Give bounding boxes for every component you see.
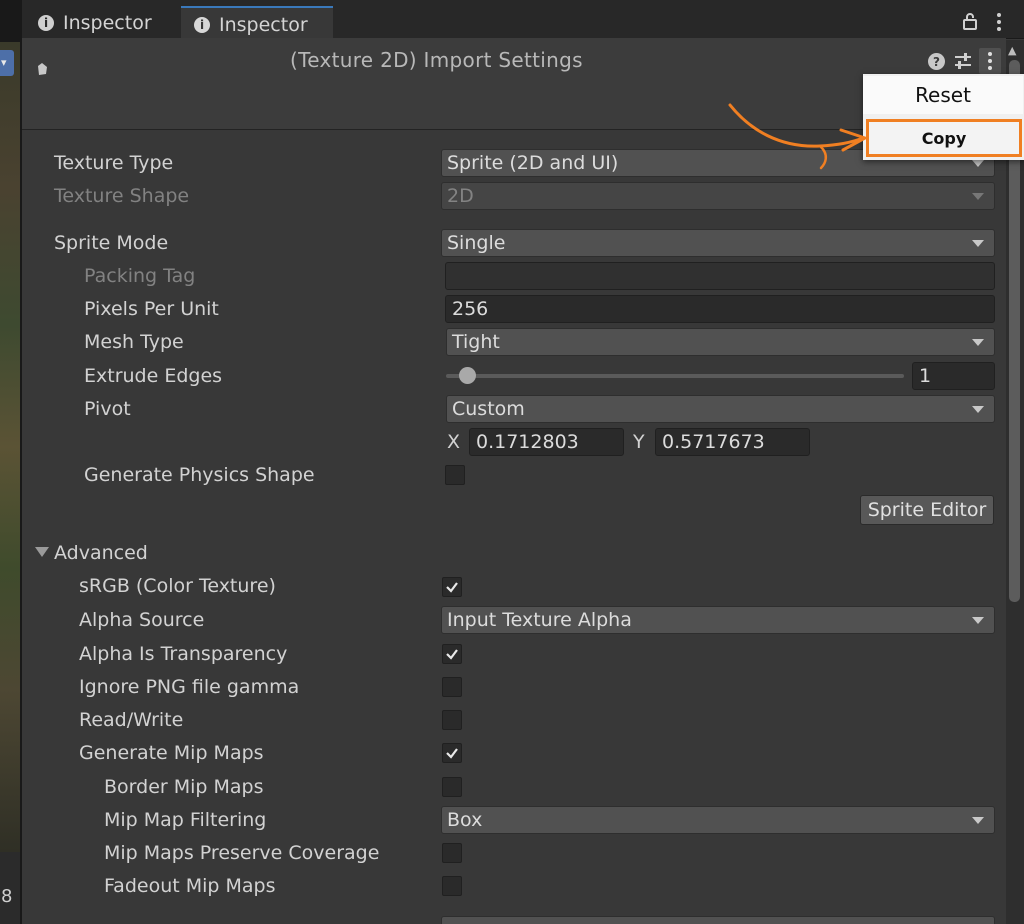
sprite-mode-dropdown[interactable]: Single	[441, 229, 995, 257]
help-icon[interactable]: ?	[928, 53, 945, 70]
pivot-x-field[interactable]: 0.1712803	[469, 428, 624, 456]
foldout-arrow-icon[interactable]	[35, 547, 49, 557]
pixels-per-unit-label: Pixels Per Unit	[84, 298, 219, 320]
sprite-mode-label: Sprite Mode	[54, 232, 169, 254]
packing-tag-field	[445, 262, 995, 290]
extrude-edges-slider-track[interactable]	[446, 374, 904, 378]
lock-icon[interactable]	[962, 12, 978, 30]
pivot-x-label: X	[447, 431, 461, 453]
read-write-checkbox[interactable]	[442, 710, 462, 730]
checkmark-icon	[446, 582, 458, 593]
mip-map-filtering-dropdown[interactable]: Box	[441, 806, 995, 834]
scroll-up-icon[interactable]: ▲	[1008, 44, 1016, 57]
border-mip-maps-checkbox[interactable]	[442, 777, 462, 797]
extrude-edges-field[interactable]: 1	[912, 362, 995, 390]
srgb-label: sRGB (Color Texture)	[79, 575, 276, 597]
presets-icon[interactable]	[953, 52, 973, 70]
fadeout-mip-maps-label: Fadeout Mip Maps	[104, 875, 276, 897]
chevron-down-icon	[972, 817, 984, 824]
info-icon: i	[38, 15, 54, 31]
read-write-label: Read/Write	[79, 709, 184, 731]
alpha-source-value: Input Texture Alpha	[447, 609, 632, 631]
generate-mip-maps-label: Generate Mip Maps	[79, 742, 264, 764]
texture-type-value: Sprite (2D and UI)	[447, 152, 619, 174]
packing-tag-label: Packing Tag	[84, 265, 196, 287]
chevron-down-icon	[972, 193, 984, 200]
checkmark-icon	[446, 649, 458, 660]
pivot-value: Custom	[452, 398, 525, 420]
scene-status-value: 8	[1, 886, 13, 907]
srgb-checkbox[interactable]	[442, 577, 462, 597]
more-vertical-icon[interactable]	[979, 48, 1001, 74]
generate-mip-maps-checkbox[interactable]	[442, 743, 462, 763]
chevron-down-icon: ▾	[1, 56, 7, 69]
chevron-down-icon	[972, 617, 984, 624]
alpha-is-transparency-checkbox[interactable]	[442, 644, 462, 664]
mesh-type-label: Mesh Type	[84, 331, 184, 353]
alpha-source-label: Alpha Source	[79, 609, 205, 631]
menu-item-copy[interactable]: Copy	[866, 119, 1022, 157]
sprite-mode-value: Single	[447, 232, 506, 254]
ignore-png-gamma-checkbox[interactable]	[442, 677, 462, 697]
chevron-down-icon	[972, 160, 984, 167]
extrude-edges-slider-handle[interactable]	[459, 367, 476, 384]
tab-label: Inspector	[219, 13, 308, 36]
texture-type-label: Texture Type	[54, 152, 174, 174]
mip-maps-preserve-coverage-checkbox[interactable]	[442, 843, 462, 863]
texture-shape-dropdown: 2D	[441, 182, 995, 210]
mip-map-filtering-value: Box	[447, 809, 483, 831]
alpha-is-transparency-label: Alpha Is Transparency	[79, 643, 288, 665]
checkmark-icon	[446, 748, 458, 759]
texture-asset-icon	[38, 63, 47, 75]
texture-shape-label: Texture Shape	[54, 185, 190, 207]
pivot-label: Pivot	[84, 398, 131, 420]
ignore-png-gamma-label: Ignore PNG file gamma	[79, 676, 300, 698]
generate-physics-shape-checkbox[interactable]	[445, 465, 465, 485]
pivot-y-field[interactable]: 0.5717673	[655, 428, 810, 456]
tab-inspector-2[interactable]: i Inspector	[181, 6, 333, 41]
advanced-foldout-label[interactable]: Advanced	[54, 542, 148, 564]
pivot-y-label: Y	[633, 431, 645, 453]
chevron-down-icon	[972, 406, 984, 413]
pixels-per-unit-field[interactable]: 256	[445, 295, 995, 323]
scene-preview	[0, 42, 20, 852]
fadeout-mip-maps-checkbox[interactable]	[442, 876, 462, 896]
extrude-edges-label: Extrude Edges	[84, 365, 223, 387]
tab-inspector-1[interactable]: i Inspector	[34, 8, 179, 38]
mesh-type-value: Tight	[452, 331, 500, 353]
alpha-source-dropdown[interactable]: Input Texture Alpha	[441, 606, 995, 634]
annotation-arrow-icon	[728, 103, 867, 170]
mesh-type-dropdown[interactable]: Tight	[446, 328, 995, 356]
next-dropdown-partial[interactable]	[441, 916, 995, 924]
tab-label: Inspector	[63, 12, 152, 34]
chevron-down-icon	[972, 240, 984, 247]
mip-maps-preserve-coverage-label: Mip Maps Preserve Coverage	[104, 842, 380, 864]
sprite-editor-button[interactable]: Sprite Editor	[860, 495, 994, 525]
mip-map-filtering-label: Mip Map Filtering	[104, 809, 267, 831]
more-vertical-icon[interactable]	[994, 12, 1004, 32]
chevron-down-icon	[972, 339, 984, 346]
info-icon: i	[194, 16, 210, 33]
texture-shape-value: 2D	[447, 185, 474, 207]
pivot-dropdown[interactable]: Custom	[446, 395, 995, 423]
page-title: (Texture 2D) Import Settings	[290, 48, 583, 72]
generate-physics-shape-label: Generate Physics Shape	[84, 464, 315, 486]
menu-item-reset[interactable]: Reset	[863, 76, 1023, 114]
border-mip-maps-label: Border Mip Maps	[104, 776, 264, 798]
